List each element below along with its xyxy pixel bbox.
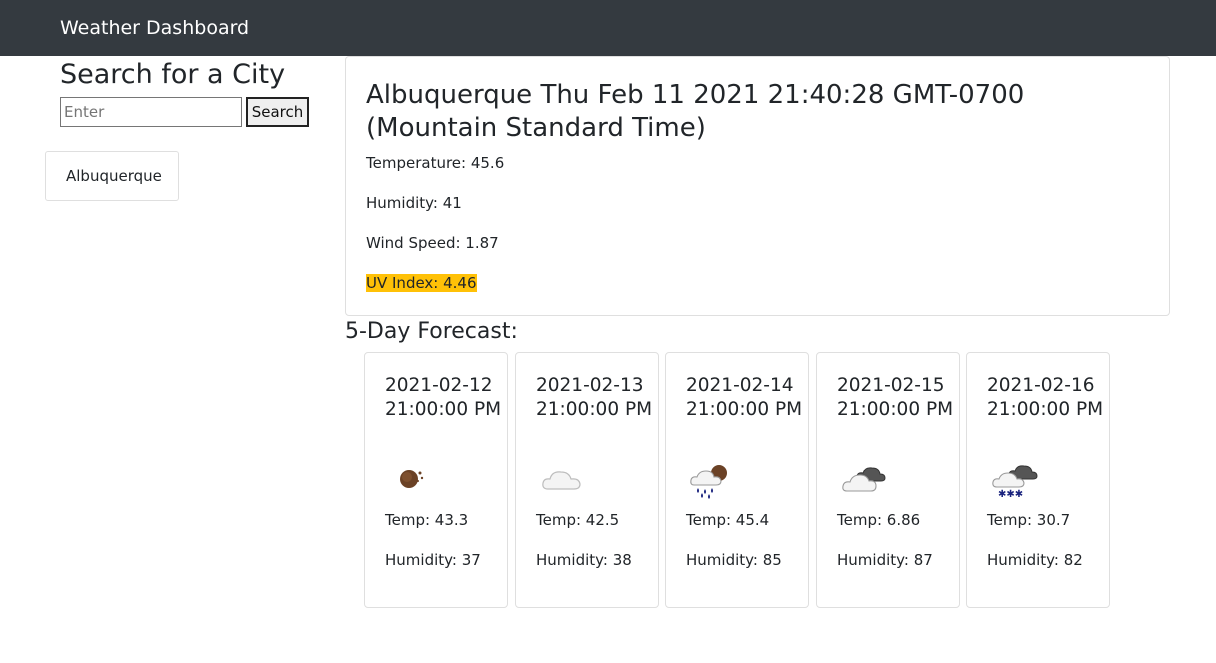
forecast-temp: Temp: 42.5 xyxy=(536,511,620,529)
search-button[interactable]: Search xyxy=(246,97,309,127)
forecast-date: 2021-02-12 21:00:00 PM xyxy=(385,375,502,420)
forecast-card: 2021-02-16 21:00:00 PM ✱✱✱ Temp: 30.7 Hu… xyxy=(966,352,1110,608)
uv-index-badge: UV Index: 4.46 xyxy=(366,274,477,292)
history-item-albuquerque[interactable]: Albuquerque xyxy=(45,151,179,201)
current-humidity: Humidity: 41 xyxy=(366,194,462,212)
forecast-card: 2021-02-12 21:00:00 PM Temp: 43.3 Humidi… xyxy=(364,352,508,608)
forecast-heading: 5-Day Forecast: xyxy=(345,319,518,344)
forecast-date: 2021-02-13 21:00:00 PM xyxy=(536,375,653,420)
rain-night-icon xyxy=(690,465,727,499)
cloud-icon xyxy=(542,471,581,490)
forecast-temp: Temp: 6.86 xyxy=(837,511,921,529)
forecast-humidity: Humidity: 85 xyxy=(686,551,782,569)
forecast-humidity: Humidity: 38 xyxy=(536,551,632,569)
search-heading: Search for a City xyxy=(60,59,286,90)
forecast-temp: Temp: 30.7 xyxy=(987,511,1071,529)
forecast-card: 2021-02-15 21:00:00 PM Temp: 6.86 Humidi… xyxy=(816,352,960,608)
current-weather-card: Albuquerque Thu Feb 11 2021 21:40:28 GMT… xyxy=(345,56,1170,316)
forecast-card: 2021-02-13 21:00:00 PM Temp: 42.5 Humidi… xyxy=(515,352,659,608)
svg-text:✱✱✱: ✱✱✱ xyxy=(998,489,1023,499)
forecast-date: 2021-02-15 21:00:00 PM xyxy=(837,375,954,420)
broken-clouds-icon xyxy=(842,467,886,492)
forecast-date: 2021-02-16 21:00:00 PM xyxy=(987,375,1104,420)
forecast-temp: Temp: 45.4 xyxy=(686,511,770,529)
navbar: Weather Dashboard xyxy=(0,0,1216,56)
app-title[interactable]: Weather Dashboard xyxy=(60,15,249,41)
forecast-humidity: Humidity: 82 xyxy=(987,551,1083,569)
snow-icon: ✱✱✱ xyxy=(992,465,1038,499)
forecast-humidity: Humidity: 37 xyxy=(385,551,481,569)
forecast-date: 2021-02-14 21:00:00 PM xyxy=(686,375,803,420)
forecast-humidity: Humidity: 87 xyxy=(837,551,933,569)
current-temperature: Temperature: 45.6 xyxy=(366,154,505,172)
forecast-temp: Temp: 43.3 xyxy=(385,511,469,529)
search-input[interactable] xyxy=(60,97,242,127)
current-city-title: Albuquerque Thu Feb 11 2021 21:40:28 GMT… xyxy=(366,80,1025,143)
forecast-card: 2021-02-14 21:00:00 PM Temp: 45.4 Humidi… xyxy=(665,352,809,608)
clear-night-icon xyxy=(400,470,424,488)
current-wind-speed: Wind Speed: 1.87 xyxy=(366,234,499,252)
